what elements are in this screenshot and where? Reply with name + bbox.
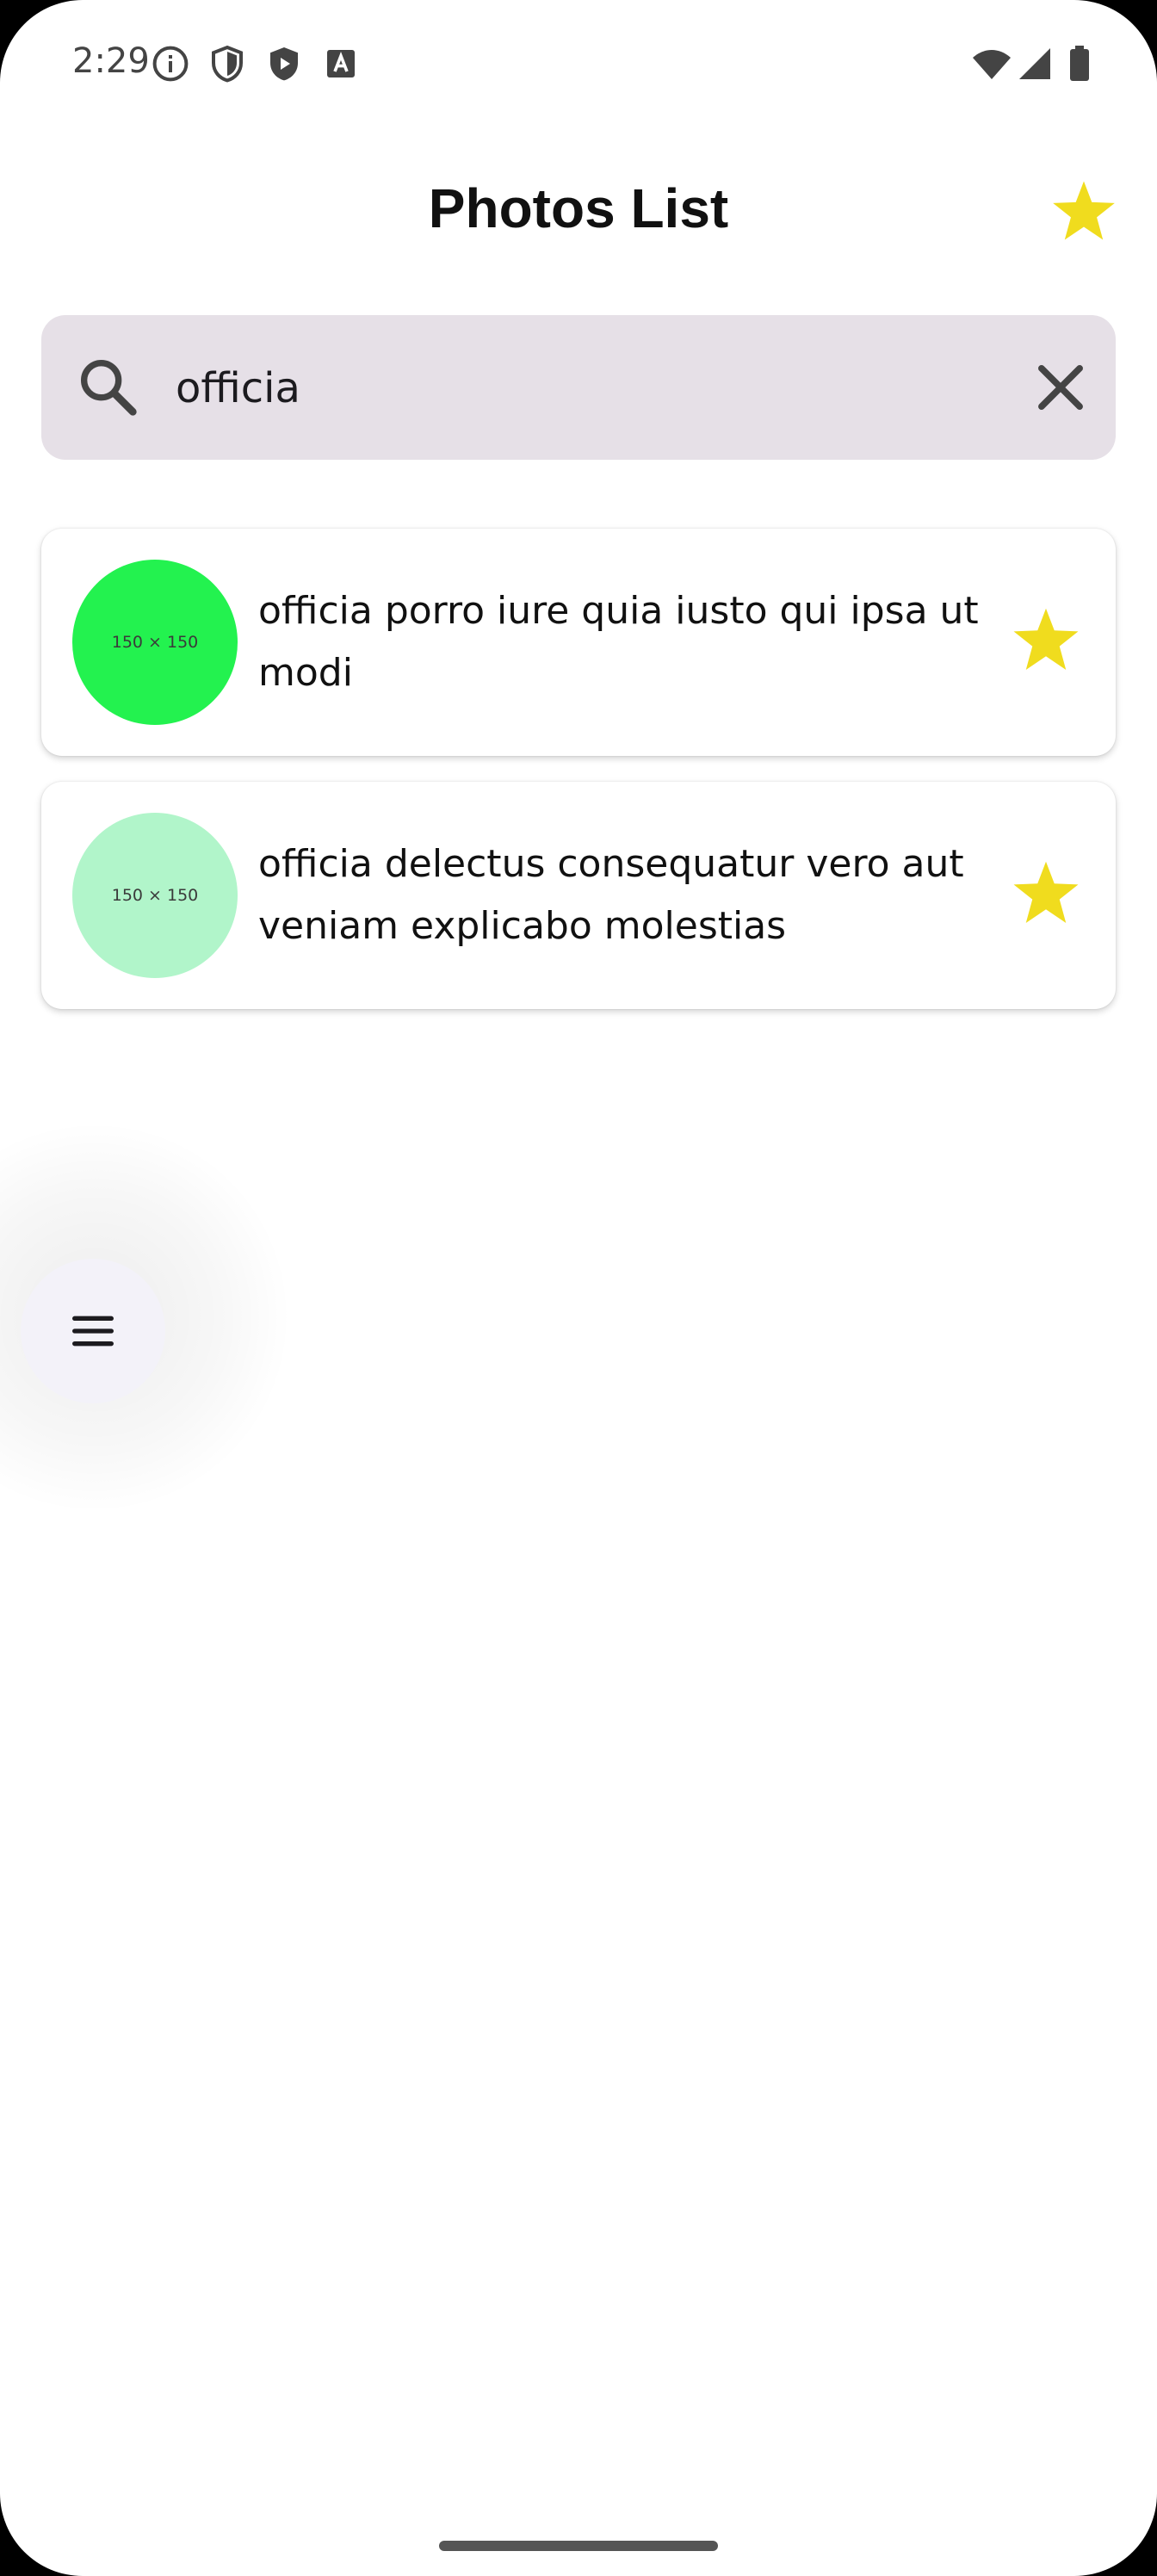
screen: 2:29 Photos List officia 150 × 150 offic… <box>0 0 1157 2576</box>
info-icon <box>150 43 191 84</box>
favorites-star-icon[interactable] <box>1047 176 1121 250</box>
thumbnail-size-label: 150 × 150 <box>111 886 199 905</box>
menu-icon <box>65 1303 121 1359</box>
page-title: Photos List <box>428 177 729 239</box>
favorite-star-icon[interactable] <box>1007 856 1085 933</box>
status-bar: 2:29 <box>0 0 1157 129</box>
thumbnail-size-label: 150 × 150 <box>111 633 199 652</box>
favorite-star-icon[interactable] <box>1007 603 1085 680</box>
wifi-icon <box>969 43 1014 84</box>
photo-thumbnail: 150 × 150 <box>72 813 238 978</box>
app-a-icon <box>320 43 362 84</box>
gesture-navigation-bar[interactable] <box>439 2541 718 2551</box>
search-icon[interactable] <box>74 353 143 422</box>
photo-title: officia porro iure quia iusto qui ipsa u… <box>258 589 979 695</box>
menu-button[interactable] <box>21 1259 165 1403</box>
battery-icon <box>1059 43 1100 84</box>
clear-search-icon[interactable] <box>1028 355 1093 420</box>
status-time: 2:29 <box>72 41 150 81</box>
shield-play-icon <box>263 43 305 84</box>
signal-icon <box>1014 43 1055 84</box>
photo-list-item[interactable]: 150 × 150 officia porro iure quia iusto … <box>41 529 1116 756</box>
photo-thumbnail: 150 × 150 <box>72 560 238 725</box>
search-input[interactable] <box>176 350 950 427</box>
shield-outline-icon <box>207 43 248 84</box>
search-bar[interactable] <box>41 315 1116 460</box>
photo-list-item[interactable]: 150 × 150 officia delectus consequatur v… <box>41 782 1116 1009</box>
photo-title: officia delectus consequatur vero aut ve… <box>258 842 964 948</box>
